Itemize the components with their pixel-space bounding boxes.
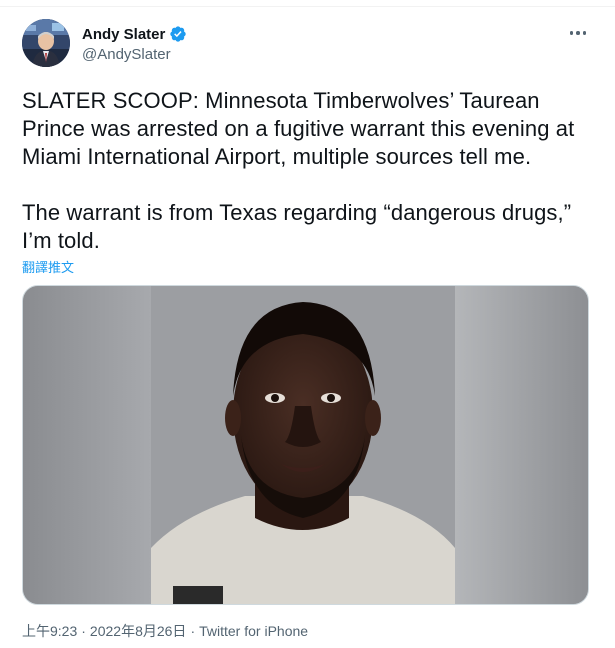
tweet-paragraph: The warrant is from Texas regarding “dan… (22, 200, 572, 253)
tweet-date[interactable]: 2022年8月26日 (90, 623, 187, 639)
translate-tweet-link[interactable]: 翻譯推文 (22, 257, 74, 276)
photo-image (23, 286, 588, 604)
more-options-icon[interactable] (567, 24, 589, 42)
meta-separator: · (81, 623, 86, 639)
tweet-card: Andy Slater @AndySlater SLATER SCOOP: Mi… (0, 0, 615, 648)
tweet-meta: 上午9:23 · 2022年8月26日 · Twitter for iPhone (22, 621, 308, 641)
meta-separator: · (190, 623, 196, 639)
author-handle[interactable]: @AndySlater (82, 46, 187, 63)
tweet-source[interactable]: Twitter for iPhone (199, 623, 308, 639)
author-display-name[interactable]: Andy Slater (82, 26, 165, 43)
tweet-time[interactable]: 上午9:23 (22, 623, 77, 639)
tweet-text: SLATER SCOOP: Minnesota Timberwolves’ Ta… (22, 87, 597, 255)
verified-badge-icon (169, 25, 187, 43)
avatar-image (22, 19, 70, 67)
author-avatar[interactable] (22, 19, 70, 67)
tweet-paragraph: SLATER SCOOP: Minnesota Timberwolves’ Ta… (22, 88, 575, 169)
tweet-photo[interactable] (22, 285, 589, 605)
author-block: Andy Slater @AndySlater (82, 24, 187, 63)
name-row: Andy Slater (82, 24, 187, 44)
top-divider (0, 0, 615, 7)
